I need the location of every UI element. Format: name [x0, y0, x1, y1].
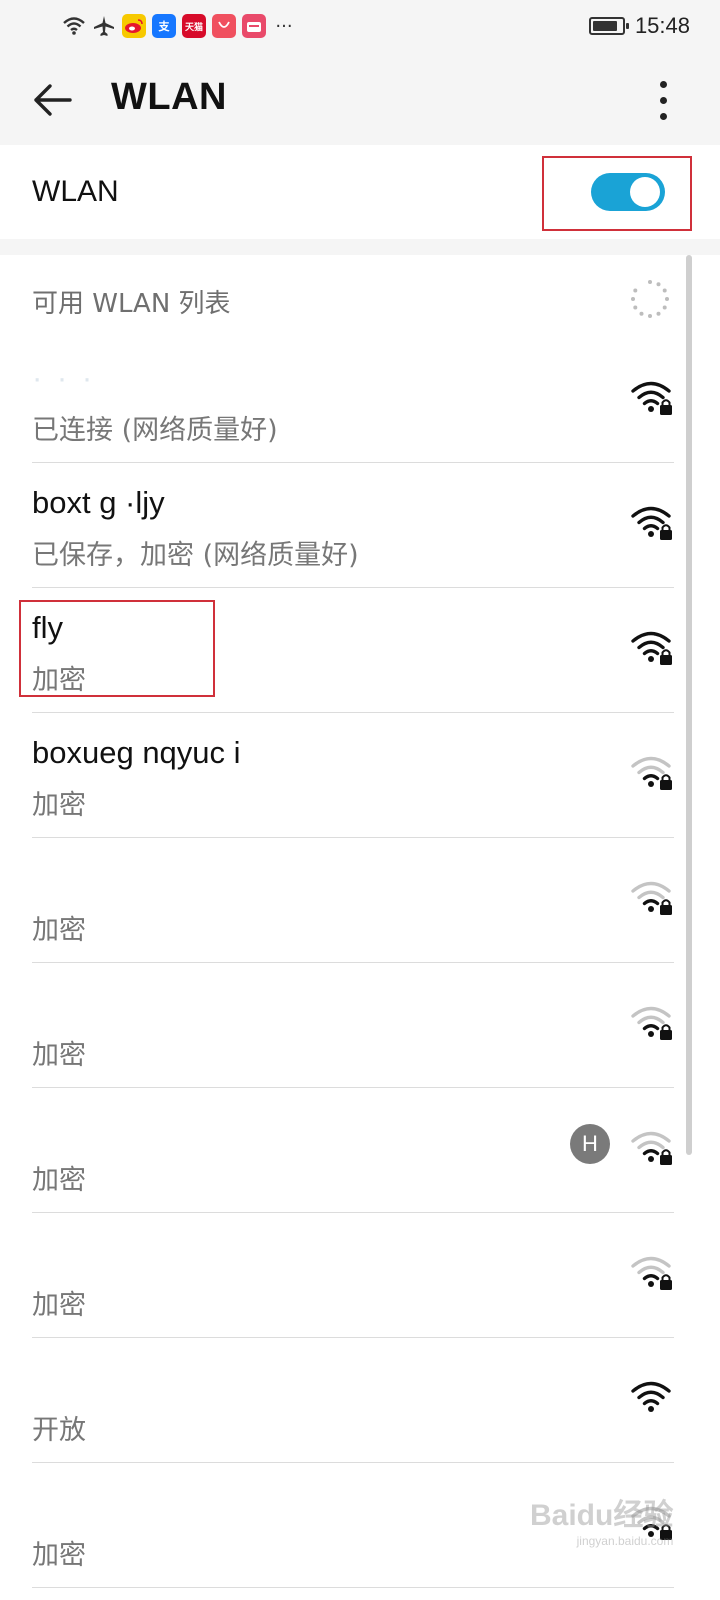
network-row[interactable]: 加密 H	[32, 1088, 674, 1213]
section-header: 可用 WLAN 列表	[32, 289, 231, 319]
network-status: 加密	[32, 1040, 86, 1071]
wlan-toggle-label: WLAN	[32, 175, 119, 208]
status-bar: 支 天猫 ··· 15:48	[0, 0, 720, 52]
network-row[interactable]: 加密	[32, 1213, 674, 1338]
wifi-lock-icon	[630, 503, 674, 541]
network-status: 已连接 (网络质量好)	[32, 415, 278, 446]
more-vertical-icon-dot	[659, 96, 667, 104]
huawei-mall-icon	[212, 14, 236, 38]
network-badge-icon: H	[570, 1124, 610, 1164]
network-status: 加密	[32, 1165, 86, 1196]
more-options-button[interactable]	[648, 76, 678, 124]
wifi-lock-icon	[630, 628, 674, 666]
more-vertical-icon-dot	[659, 80, 667, 88]
video-app-icon	[242, 14, 266, 38]
tmall-icon: 天猫	[182, 14, 206, 38]
watermark: Baidu经验 jingyan.baidu.com	[530, 1490, 673, 1548]
scrollbar[interactable]	[686, 255, 692, 1155]
app-bar: WLAN	[0, 52, 720, 144]
wifi-lock-icon	[630, 753, 674, 791]
network-status: 开放	[32, 1415, 86, 1446]
more-vertical-icon-dot	[659, 112, 667, 120]
network-status: 加密	[32, 1290, 86, 1321]
network-row[interactable]: fly 加密	[19, 588, 674, 713]
more-notifications-icon: ···	[275, 15, 293, 37]
wifi-icon	[62, 14, 86, 38]
notification-icons: 支 天猫 ···	[62, 14, 296, 38]
network-status: 加密	[32, 1540, 86, 1571]
clock: 15:48	[634, 13, 690, 38]
network-ssid: boxt g ·ljy	[32, 485, 165, 520]
network-status: 加密	[32, 915, 86, 946]
wifi-lock-icon	[630, 1128, 674, 1166]
wifi-lock-icon	[630, 878, 674, 916]
arrow-left-icon	[34, 84, 72, 116]
wlan-toggle-row[interactable]: WLAN	[0, 145, 720, 239]
page-title: WLAN	[111, 76, 227, 118]
watermark-sub: jingyan.baidu.com	[576, 1534, 674, 1548]
network-row[interactable]: 加密	[32, 838, 674, 963]
system-status: 15:48	[588, 13, 690, 39]
battery-icon	[588, 17, 629, 35]
scanning-spinner-icon	[631, 280, 669, 318]
switch-knob	[630, 177, 660, 207]
network-status: 加密	[32, 790, 86, 821]
wifi-lock-icon	[630, 378, 674, 416]
watermark-text: Baidu经验	[530, 1499, 674, 1532]
network-row[interactable]: 加密	[32, 963, 674, 1088]
network-row[interactable]: boxt g ·ljy 已保存，加密 (网络质量好)	[32, 463, 674, 588]
network-ssid: fly	[32, 610, 63, 645]
available-networks-panel: 可用 WLAN 列表 · · · 已连接 (网络质量好) boxt g ·ljy 已保…	[0, 255, 720, 1600]
network-ssid: boxueg nqyuc i	[32, 735, 241, 770]
wifi-icon	[630, 1378, 674, 1416]
back-button[interactable]	[30, 78, 74, 122]
network-row[interactable]: · · · 已连接 (网络质量好)	[32, 338, 674, 463]
wlan-switch[interactable]	[591, 173, 665, 211]
network-row[interactable]: 开放	[32, 1338, 674, 1463]
battery-fill	[592, 21, 617, 31]
wifi-lock-icon	[630, 1253, 674, 1291]
network-status: 已保存，加密 (网络质量好)	[32, 540, 359, 571]
airplane-icon	[92, 14, 116, 38]
weibo-icon	[122, 14, 146, 38]
network-status: 加密	[32, 665, 86, 696]
alipay-icon: 支	[152, 14, 176, 38]
wifi-lock-icon	[630, 1003, 674, 1041]
network-ssid: · · ·	[32, 360, 96, 395]
network-row[interactable]: boxueg nqyuc i 加密	[32, 713, 674, 838]
